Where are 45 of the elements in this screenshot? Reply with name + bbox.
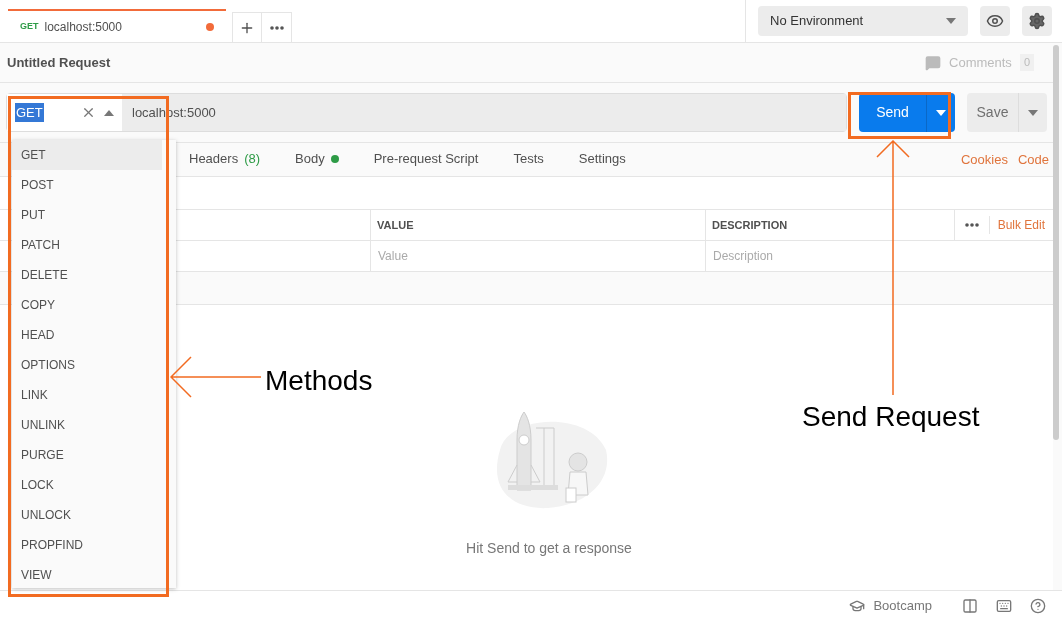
- help-icon[interactable]: [1030, 598, 1046, 614]
- method-option[interactable]: LINK: [12, 380, 162, 410]
- bootcamp-link[interactable]: Bootcamp: [873, 596, 932, 616]
- method-option[interactable]: OPTIONS: [12, 350, 162, 380]
- save-button[interactable]: Save: [967, 93, 1047, 132]
- method-option[interactable]: LOCK: [12, 470, 162, 500]
- method-option[interactable]: PUT: [12, 200, 162, 230]
- method-option[interactable]: POST: [12, 170, 162, 200]
- method-option[interactable]: UNLINK: [12, 410, 162, 440]
- scrollbar[interactable]: [1053, 45, 1059, 440]
- two-pane-icon[interactable]: [962, 598, 978, 614]
- method-label: GET: [20, 19, 39, 33]
- column-header: VALUE: [377, 217, 414, 233]
- send-button[interactable]: Send: [859, 93, 955, 132]
- request-tab[interactable]: Pre-request Script: [373, 143, 479, 176]
- method-option[interactable]: HEAD: [12, 320, 162, 350]
- request-tab[interactable]: Body: [295, 143, 339, 176]
- method-option[interactable]: GET: [12, 140, 162, 170]
- environment-select[interactable]: No Environment: [758, 6, 968, 36]
- settings-icon[interactable]: [1022, 6, 1052, 36]
- caret-icon: [1028, 109, 1038, 116]
- dots-icon: [269, 25, 284, 30]
- caret-icon: [936, 109, 946, 116]
- comment-icon: [925, 54, 941, 71]
- request-tab[interactable]: Tests: [513, 143, 544, 176]
- tab-title: localhost:5000: [44, 18, 122, 36]
- annotation-label: Send Request: [802, 400, 980, 434]
- method-option[interactable]: DELETE: [12, 260, 162, 290]
- annotation-label: Methods: [265, 364, 373, 398]
- more-icon[interactable]: [964, 223, 979, 227]
- request-tab[interactable]: Headers (8): [189, 143, 261, 176]
- eye-icon[interactable]: [980, 6, 1010, 36]
- empty-response-message: Hit Send to get a response: [466, 539, 632, 558]
- caret-icon: [946, 18, 956, 24]
- method-option[interactable]: PURGE: [12, 440, 162, 470]
- method-option[interactable]: PROPFIND: [12, 530, 162, 560]
- method-option[interactable]: UNLOCK: [12, 500, 162, 530]
- method-option[interactable]: PATCH: [12, 230, 162, 260]
- request-title: Untitled Request: [7, 53, 111, 72]
- method-option[interactable]: COPY: [12, 290, 162, 320]
- keyboard-icon[interactable]: [996, 598, 1012, 614]
- method-option[interactable]: VIEW: [12, 560, 162, 588]
- column-header: DESCRIPTION: [712, 217, 788, 233]
- request-tab[interactable]: Settings: [578, 143, 626, 176]
- graduation-cap-icon: [849, 598, 866, 614]
